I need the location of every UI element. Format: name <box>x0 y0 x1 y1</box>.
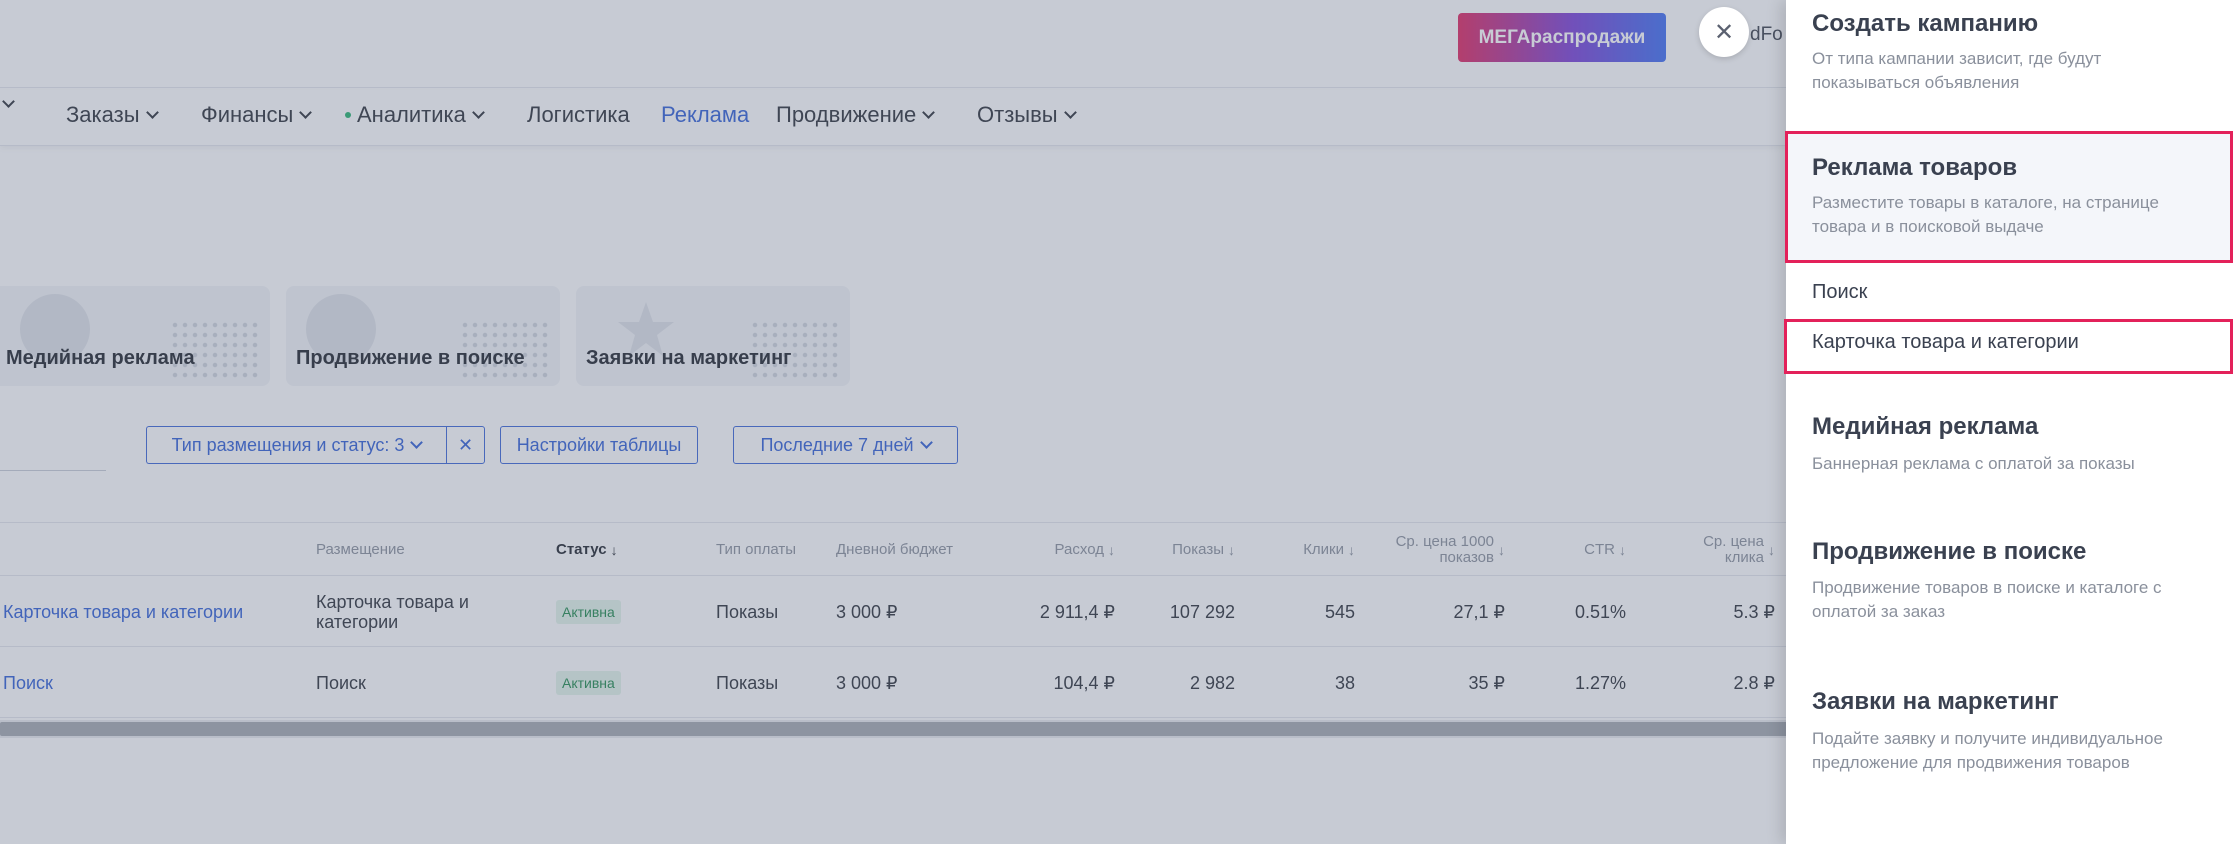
panel-title: Создать кампанию <box>1812 10 2039 37</box>
option-product-card[interactable]: Карточка товара и категории <box>1812 331 2079 354</box>
marketing-title[interactable]: Заявки на маркетинг <box>1812 688 2059 716</box>
product-ads-desc: Разместите товары в каталоге, на страниц… <box>1812 193 2159 236</box>
marketing-desc: Подайте заявку и получите индивидуальное… <box>1812 729 2163 772</box>
panel-subtitle: От типа кампании зависит, где будут пока… <box>1812 49 2102 92</box>
media-ads-title[interactable]: Медийная реклама <box>1812 413 2038 441</box>
close-icon: ✕ <box>1713 18 1735 46</box>
modal-backdrop[interactable] <box>0 0 1786 844</box>
option-search[interactable]: Поиск <box>1812 281 1867 304</box>
search-promo-desc: Продвижение товаров в поиске и каталоге … <box>1812 578 2162 621</box>
close-panel-button[interactable]: ✕ <box>1699 7 1749 57</box>
create-campaign-panel: Создать кампанию От типа кампании зависи… <box>1786 0 2233 844</box>
media-ads-desc: Баннерная реклама с оплатой за показы <box>1812 454 2135 473</box>
search-promo-title[interactable]: Продвижение в поиске <box>1812 538 2086 566</box>
product-ads-title: Реклама товаров <box>1812 154 2018 181</box>
